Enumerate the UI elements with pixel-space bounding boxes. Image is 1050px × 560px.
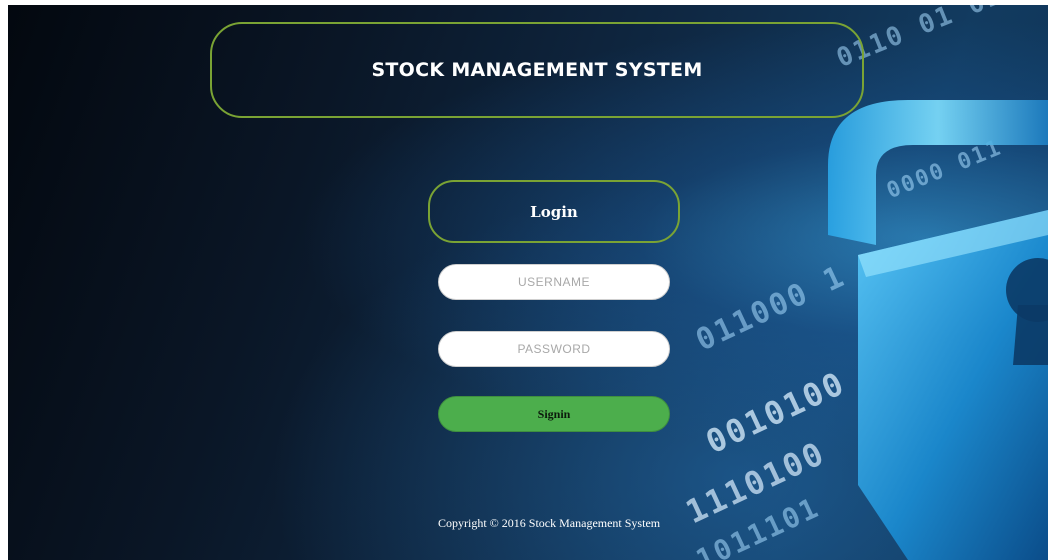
signin-button[interactable]: Signin bbox=[438, 396, 670, 432]
password-input[interactable] bbox=[438, 331, 670, 367]
login-heading: Login bbox=[530, 202, 578, 221]
login-heading-box: Login bbox=[428, 180, 680, 243]
copyright-text: Copyright © 2016 Stock Management System bbox=[438, 516, 661, 530]
app-title: STOCK MANAGEMENT SYSTEM bbox=[371, 59, 703, 81]
app-title-box: STOCK MANAGEMENT SYSTEM bbox=[210, 22, 864, 118]
username-input[interactable] bbox=[438, 264, 670, 300]
login-page-background: 0110 01 01 0000 011 011000 1 0010100 111… bbox=[8, 5, 1048, 560]
